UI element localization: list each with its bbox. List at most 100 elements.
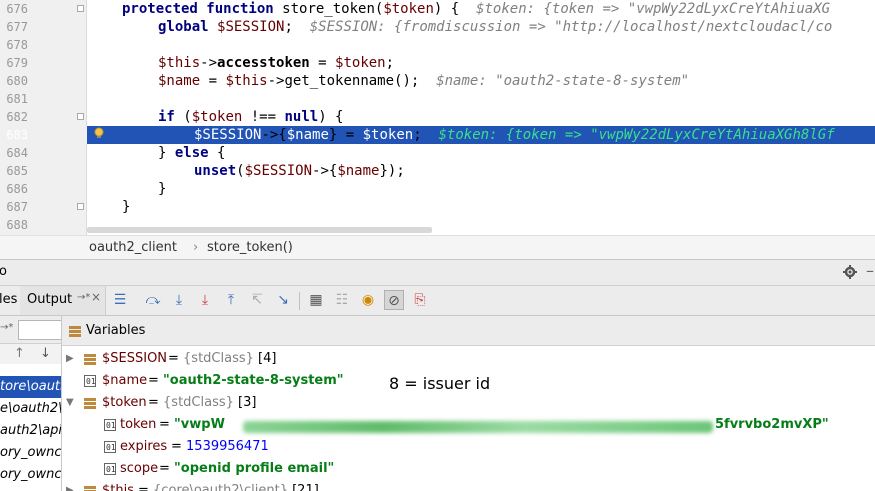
variable-row[interactable]: ▶ $SESSION = {stdClass} [4]	[62, 348, 875, 370]
code-line[interactable]: 687}	[0, 198, 875, 216]
frame-item[interactable]: ory_ownc	[0, 442, 61, 464]
frames-filter-input[interactable]	[18, 320, 61, 340]
variable-value-end: 5fvrvbo2mvXP"	[715, 417, 829, 432]
redaction-blur	[243, 421, 713, 433]
arrow-up-icon[interactable]: ↑	[14, 346, 25, 361]
force-step-into-icon[interactable]: ⤓	[197, 292, 213, 308]
code-text: if ($token !== null) {	[158, 109, 344, 125]
frame-item[interactable]: ory_ownc	[0, 464, 61, 486]
variable-row[interactable]: ▼ $token = {stdClass} [3]	[62, 392, 875, 414]
debug-title: o	[0, 264, 7, 279]
variables-header: Variables	[62, 316, 875, 346]
restore-layout-icon[interactable]: ⎘	[412, 292, 428, 308]
code-text: unset($SESSION->{$name});	[194, 163, 405, 179]
frame-item[interactable]: auth2\api	[0, 420, 61, 442]
code-line[interactable]: 685 unset($SESSION->{$name});	[0, 162, 875, 180]
variable-type: {stdClass}	[183, 351, 254, 366]
code-line[interactable]: 681	[0, 90, 875, 108]
string-icon: 01	[104, 441, 116, 453]
variable-row[interactable]: ▶ $this = {core\oauth2\client} [21]	[62, 480, 875, 491]
code-line[interactable]: 683 $SESSION->{$name} = $token; $token: {…	[0, 126, 875, 144]
run-to-cursor-icon[interactable]: ↘	[275, 292, 291, 308]
debug-toolbar: les Output →* × ☰ ⤼ ⤓ ⤓ ⤒ ↸ ↘ ▦ ☷ ◉ ⊘ ⎘	[0, 286, 875, 316]
frame-item[interactable]: tore\oauth	[0, 376, 61, 398]
variable-type: {core\oauth2\client}	[153, 483, 288, 491]
variable-count: [3]	[233, 395, 257, 410]
variable-name: $SESSION	[102, 351, 168, 366]
lightbulb-icon[interactable]	[93, 127, 105, 139]
variable-name: scope	[120, 461, 159, 476]
code-text: global $SESSION; $SESSION: {fromdiscussi…	[158, 19, 833, 35]
string-icon: 01	[104, 419, 116, 431]
tab-output-label: Output	[27, 292, 73, 307]
horizontal-scrollbar[interactable]	[87, 227, 432, 233]
variable-eq: =	[138, 483, 154, 491]
variable-eq: =	[171, 439, 187, 454]
breadcrumb-class[interactable]: oauth2_client	[89, 240, 177, 255]
frames-pane: →* ↑ ↓ tore\oauth e\oauth2\ auth2\api or…	[0, 316, 62, 491]
variable-eq: =	[159, 417, 175, 432]
object-icon	[84, 354, 96, 365]
code-editor[interactable]: 676 protected function store_token($token…	[0, 0, 875, 235]
hide-icon[interactable]: –	[866, 261, 874, 280]
expand-arrow-icon[interactable]: ▶	[66, 348, 76, 370]
collapse-arrow-icon[interactable]: ▼	[66, 392, 76, 414]
breadcrumb: oauth2_client › store_token()	[0, 235, 875, 259]
code-line[interactable]: 686}	[0, 180, 875, 198]
string-icon: 01	[84, 375, 96, 387]
variable-type: {stdClass}	[163, 395, 234, 410]
fold-marker[interactable]	[77, 113, 84, 120]
line-number: 679	[6, 56, 28, 70]
tab-variables[interactable]: les	[0, 292, 17, 307]
frame-item[interactable]: e\oauth2\	[0, 398, 61, 420]
variable-row[interactable]: 01 expires = 1539956471	[62, 436, 875, 458]
line-number: 676	[6, 2, 28, 16]
variable-value: "openid profile email"	[174, 461, 335, 476]
variable-row[interactable]: 01 scope = "openid profile email"	[62, 458, 875, 480]
variable-count: [21]	[287, 483, 319, 491]
line-number: 685	[6, 164, 28, 178]
line-number: 681	[6, 92, 28, 106]
breadcrumb-method[interactable]: store_token()	[207, 240, 293, 255]
expand-arrow-icon[interactable]: ▶	[66, 480, 76, 491]
variable-name: $this	[102, 483, 134, 491]
line-number: 680	[6, 74, 28, 88]
code-line[interactable]: 680 $name = $this->get_tokenname(); $name…	[0, 72, 875, 90]
menu-icon[interactable]: ☰	[112, 292, 128, 308]
step-into-icon[interactable]: ⤓	[171, 292, 187, 308]
code-text: $name = $this->get_tokenname(); $name: "…	[158, 73, 690, 89]
line-number: 687	[6, 200, 28, 214]
code-line[interactable]: 678	[0, 36, 875, 54]
svg-text:01: 01	[106, 465, 116, 474]
gear-icon[interactable]	[843, 265, 857, 279]
code-line[interactable]: 677 global $SESSION; $SESSION: {fromdiscu…	[0, 18, 875, 36]
line-number: 686	[6, 182, 28, 196]
watch-icon[interactable]: ◉	[360, 292, 376, 308]
line-number: 683	[6, 128, 28, 142]
code-line[interactable]: 676 protected function store_token($token…	[0, 0, 875, 18]
code-text: $this->accesstoken = $token;	[158, 55, 395, 71]
step-over-icon[interactable]: ⤼	[145, 292, 161, 308]
code-line[interactable]: 682 if ($token !== null) {	[0, 108, 875, 126]
thread-selector-icon[interactable]: →*	[0, 322, 13, 333]
trace-icon[interactable]: ☷	[334, 292, 350, 308]
variable-count: [4]	[253, 351, 277, 366]
arrow-down-icon[interactable]: ↓	[40, 346, 51, 361]
debug-window-header: o –	[0, 259, 875, 286]
code-line[interactable]: 684} else {	[0, 144, 875, 162]
tab-output[interactable]: Output →* ×	[20, 286, 106, 315]
variable-value: "oauth2-state-8-system"	[163, 373, 344, 388]
fold-marker[interactable]	[77, 5, 84, 12]
close-icon[interactable]: ×	[91, 290, 101, 304]
annotation-note: 8 = issuer id	[389, 374, 491, 393]
fold-marker[interactable]	[77, 203, 84, 210]
variable-eq: =	[148, 373, 164, 388]
drop-frame-icon[interactable]: ↸	[249, 292, 265, 308]
line-number: 682	[6, 110, 28, 124]
evaluate-icon[interactable]: ▦	[308, 292, 324, 308]
code-line[interactable]: 679 $this->accesstoken = $token;	[0, 54, 875, 72]
step-out-icon[interactable]: ⤒	[223, 292, 239, 308]
variables-icon	[68, 324, 82, 338]
variables-title: Variables	[86, 323, 146, 338]
mute-breakpoints-icon[interactable]: ⊘	[384, 290, 404, 310]
